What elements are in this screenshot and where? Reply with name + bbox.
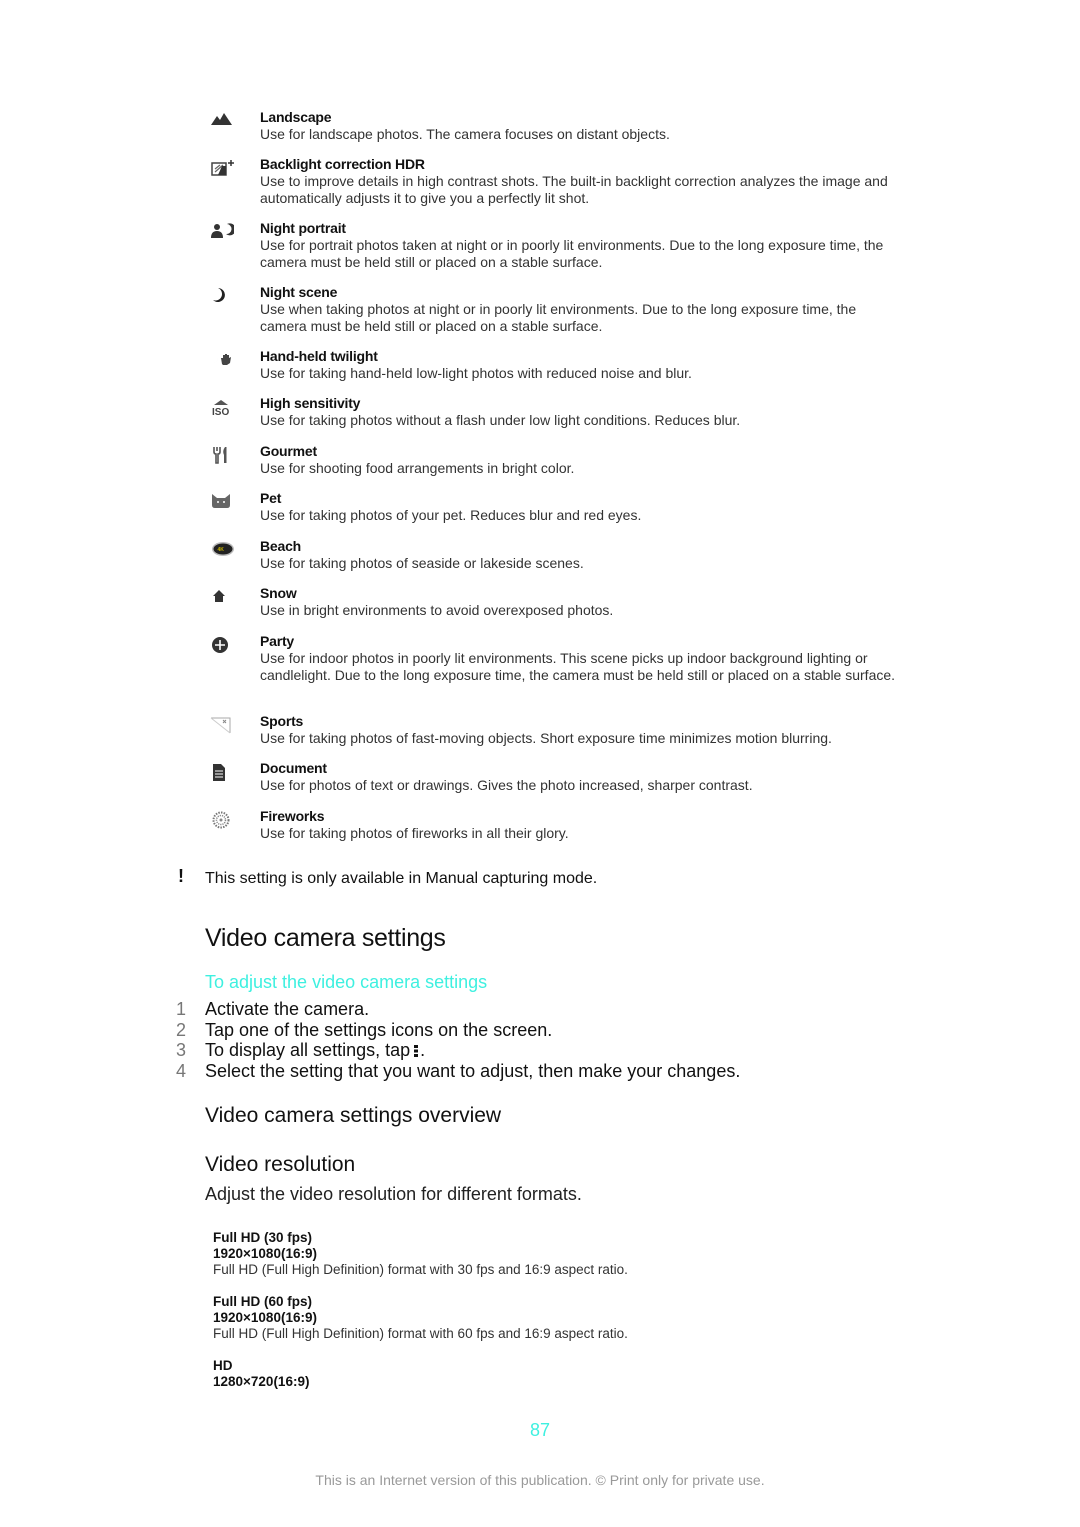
scene-title: Snow <box>260 585 297 601</box>
gourmet-icon <box>210 445 234 465</box>
scene-description: Use for portrait photos taken at night o… <box>260 237 884 270</box>
section-heading: Video camera settings <box>205 924 446 952</box>
resolution-option: HD 1280×720(16:9) <box>213 1358 309 1390</box>
menu-more-icon <box>414 1045 419 1057</box>
scene-description: Use in bright environments to avoid over… <box>260 602 614 618</box>
high-sensitivity-iso-icon: ISO <box>210 397 234 417</box>
scene-description: Use to improve details in high contrast … <box>260 173 888 206</box>
fireworks-icon <box>210 810 234 830</box>
step-text: Activate the camera. <box>205 999 370 1019</box>
step-number: 2 <box>176 1019 187 1040</box>
scene-title: Sports <box>260 713 304 729</box>
night-scene-icon <box>210 286 234 306</box>
step-item: 3 To display all settings, tap. <box>0 1040 900 1061</box>
option-dimensions: 1920×1080(16:9) <box>213 1246 317 1261</box>
scene-title: Party <box>260 633 295 649</box>
scene-title: Hand-held twilight <box>260 348 378 364</box>
backlight-hdr-icon <box>210 158 234 178</box>
resolution-heading: Video resolution <box>205 1153 356 1176</box>
step-number: 4 <box>176 1060 187 1081</box>
step-text: To display all settings, tap <box>205 1040 411 1060</box>
pet-icon <box>210 492 234 512</box>
landscape-icon <box>210 111 234 131</box>
option-dimensions: 1920×1080(16:9) <box>213 1310 317 1325</box>
scene-title: Night portrait <box>260 220 346 236</box>
beach-icon: 4K <box>210 540 234 560</box>
snow-icon <box>210 587 234 607</box>
step-text-wrapper: To display all settings, tap. <box>205 1040 425 1061</box>
document-icon <box>210 762 234 782</box>
step-text: Tap one of the settings icons on the scr… <box>205 1019 553 1040</box>
scene-title: Fireworks <box>260 808 325 824</box>
scene-title: Pet <box>260 490 282 506</box>
sports-icon <box>210 715 234 735</box>
scene-title: Gourmet <box>260 443 317 459</box>
hand-held-twilight-icon <box>210 350 234 370</box>
option-description: Full HD (Full High Definition) format wi… <box>213 1262 628 1277</box>
svg-text:ISO: ISO <box>212 407 229 417</box>
night-portrait-icon <box>210 222 234 242</box>
scene-description: Use for taking photos of your pet. Reduc… <box>260 507 642 523</box>
scene-title: Backlight correction HDR <box>260 156 425 172</box>
step-number: 3 <box>176 1040 187 1060</box>
step-text-suffix: . <box>420 1040 426 1060</box>
party-icon <box>210 635 234 655</box>
overview-heading: Video camera settings overview <box>205 1104 502 1127</box>
step-item: 2 Tap one of the settings icons on the s… <box>0 1020 900 1041</box>
scene-description: Use for taking photos of fireworks in al… <box>260 825 569 841</box>
scene-description: Use for photos of text or drawings. Give… <box>260 777 753 793</box>
resolution-lead: Adjust the video resolution for differen… <box>205 1184 582 1204</box>
scene-description: Use for shooting food arrangements in br… <box>260 460 575 476</box>
option-name: Full HD (60 fps) <box>213 1294 313 1309</box>
scene-description: Use for landscape photos. The camera foc… <box>260 126 670 142</box>
resolution-option: Full HD (60 fps) 1920×1080(16:9) Full HD… <box>213 1294 628 1342</box>
scene-description: Use for taking photos of seaside or lake… <box>260 555 584 571</box>
scene-title: Night scene <box>260 284 338 300</box>
scene-title: Beach <box>260 538 302 554</box>
scene-description: Use for taking hand-held low-light photo… <box>260 365 692 381</box>
option-dimensions: 1280×720(16:9) <box>213 1374 310 1389</box>
step-number: 1 <box>176 999 187 1019</box>
step-item: 1 Activate the camera. <box>0 999 900 1020</box>
procedure-heading: To adjust the video camera settings <box>205 972 488 992</box>
resolution-option: Full HD (30 fps) 1920×1080(16:9) Full HD… <box>213 1230 628 1278</box>
step-text: Select the setting that you want to adju… <box>205 1060 741 1081</box>
scene-description: Use for taking photos without a flash un… <box>260 412 741 428</box>
scene-title: High sensitivity <box>260 395 361 411</box>
step-item: 4 Select the setting that you want to ad… <box>0 1061 900 1082</box>
note-text: This setting is only available in Manual… <box>205 870 598 887</box>
scene-description: Use for taking photos of fast-moving obj… <box>260 730 832 746</box>
scene-title: Landscape <box>260 109 332 125</box>
option-description: Full HD (Full High Definition) format wi… <box>213 1326 628 1341</box>
option-name: HD <box>213 1358 233 1373</box>
scene-description: Use for indoor photos in poorly lit envi… <box>260 650 896 683</box>
scene-description: Use when taking photos at night or in po… <box>260 301 857 334</box>
page-number: 87 <box>529 1420 551 1440</box>
exclamation-icon: ! <box>178 866 184 886</box>
scene-title: Document <box>260 760 327 776</box>
option-name: Full HD (30 fps) <box>213 1230 313 1245</box>
footer-notice: This is an Internet version of this publ… <box>315 1472 765 1488</box>
svg-text:4K: 4K <box>218 547 225 553</box>
